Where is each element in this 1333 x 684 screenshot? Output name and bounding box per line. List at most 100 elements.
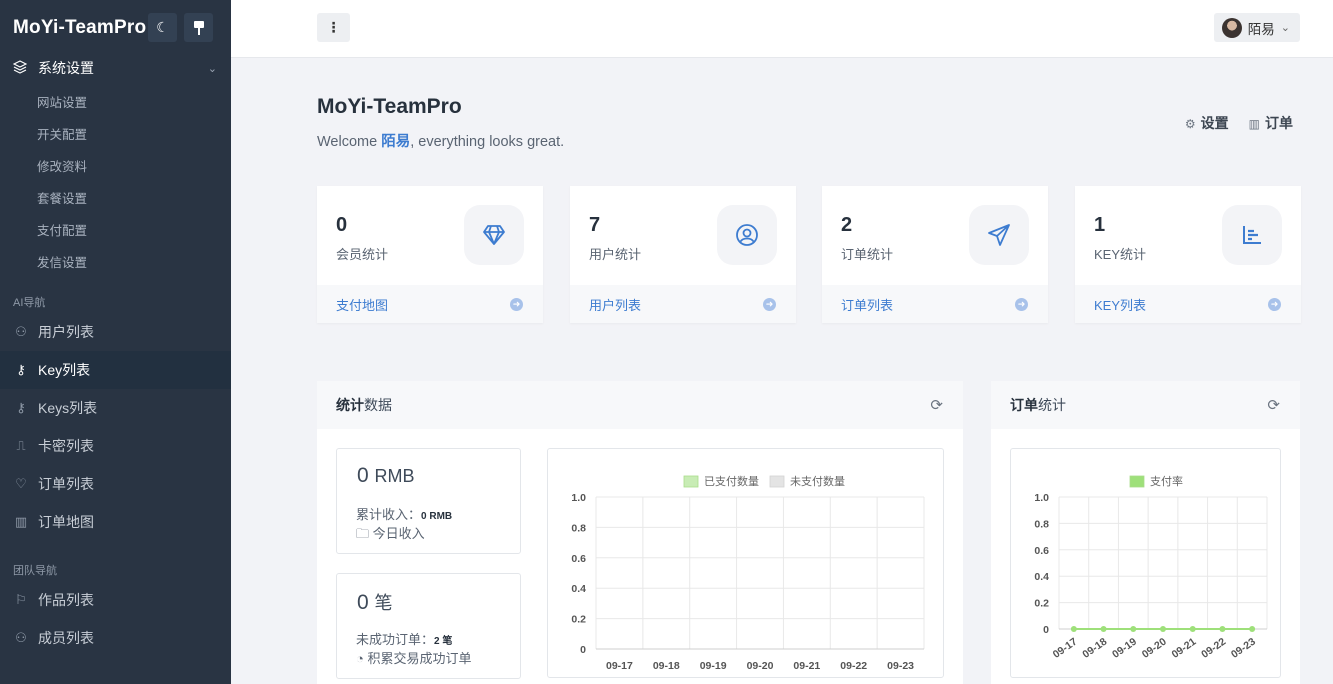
data-point xyxy=(1249,626,1256,632)
moon-icon[interactable]: ☾ xyxy=(148,13,177,42)
orders-panel: 订单统计 ⟳ 支付率 0 0.2 0.4 0.6 0.8 1.0 09-17 09-18 09-1… xyxy=(991,381,1300,684)
diamond-icon xyxy=(464,205,524,265)
pin-icon[interactable] xyxy=(184,13,213,42)
sidebar-item-works[interactable]: ⚐ 作品列表 xyxy=(0,581,231,619)
gauge-icon: ◔ xyxy=(356,651,364,666)
chevron-down-icon: ⌄ xyxy=(207,62,217,75)
data-point xyxy=(1189,626,1196,632)
orders-value: 0 笔 xyxy=(357,589,393,615)
data-point xyxy=(1070,626,1077,632)
refresh-icon[interactable]: ⟳ xyxy=(1267,396,1280,414)
sidebar-item-label: 作品列表 xyxy=(38,592,94,608)
failed-orders: 未成功订单：2 笔 xyxy=(356,629,452,648)
income-today: 🗀 今日收入 xyxy=(356,523,425,547)
sidebar-item-order-map[interactable]: ▥ 订单地图 xyxy=(0,503,231,541)
x-tick-label: 09-17 xyxy=(1051,636,1080,661)
x-tick-label: 09-17 xyxy=(606,660,633,672)
card-footer-link[interactable]: 支付地图 ➜ xyxy=(317,285,543,323)
x-tick-label: 09-18 xyxy=(653,660,680,672)
sidebar-item-cards[interactable]: ⎍ 卡密列表 xyxy=(0,427,231,465)
y-tick-label: 0.6 xyxy=(1034,545,1049,557)
income-number: 0 xyxy=(357,464,369,487)
income-value: 0 RMB xyxy=(357,464,415,488)
y-tick-label: 0.2 xyxy=(571,614,586,626)
submenu-item[interactable]: 开关配置 xyxy=(0,117,231,149)
income-unit: RMB xyxy=(374,466,415,486)
settings-link[interactable]: ⚙ 设置 xyxy=(1185,113,1229,133)
sidebar-item-label: Keys列表 xyxy=(38,400,98,416)
user-menu-button[interactable]: 陌易 ⌄ xyxy=(1213,13,1300,42)
more-menu-button[interactable]: ⋮ xyxy=(317,13,350,42)
stat-card-users: 7 用户统计 用户列表 ➜ xyxy=(570,186,796,323)
y-tick-label: 0.8 xyxy=(1034,518,1049,530)
sidebar-item-members[interactable]: ⚇ 成员列表 xyxy=(0,619,231,657)
heart-icon: ♡ xyxy=(15,476,27,491)
card-link-label: 用户列表 xyxy=(589,297,642,313)
data-point xyxy=(1130,626,1137,632)
payment-chart: 已支付数量 未支付数量 0 0.2 0.4 0.6 0.8 1.0 09-17 09-18 09-1… xyxy=(547,448,944,678)
sidebar-item-label: 订单列表 xyxy=(38,476,94,492)
panel-header: 订单统计 ⟳ xyxy=(991,381,1300,429)
legend-swatch xyxy=(683,475,699,488)
card-link-label: KEY列表 xyxy=(1094,297,1147,313)
sidebar: MoYi-TeamPro ☾ 系统设置 ⌄ 网站设置 开关配置 修改资料 套餐设… xyxy=(0,0,231,684)
arrow-right-icon: ➜ xyxy=(1268,297,1281,311)
stat-card-members: 0 会员统计 支付地图 ➜ xyxy=(317,186,543,323)
panel-title: 订单统计 xyxy=(1010,395,1066,415)
page-subtitle: Welcome 陌易, everything looks great. xyxy=(317,130,564,151)
orders-link[interactable]: ▥ 订单 xyxy=(1249,113,1293,133)
user-name: 陌易 xyxy=(1247,21,1275,37)
chevron-down-icon: ⌄ xyxy=(1280,22,1290,34)
sidebar-item-orders[interactable]: ♡ 订单列表 xyxy=(0,465,231,503)
legend-swatch xyxy=(1129,475,1145,488)
submenu-item[interactable]: 套餐设置 xyxy=(0,181,231,213)
signpost-icon: ⚐ xyxy=(15,592,27,607)
submenu-item[interactable]: 支付配置 xyxy=(0,213,231,245)
sidebar-item-keys[interactable]: ⚷ Keys列表 xyxy=(0,389,231,427)
y-tick-label: 0 xyxy=(1043,624,1049,636)
stat-value: 1 xyxy=(1094,214,1106,236)
card-footer-link[interactable]: KEY列表 ➜ xyxy=(1075,285,1301,323)
brand: MoYi-TeamPro ☾ xyxy=(0,0,231,56)
orders-number: 0 xyxy=(357,591,369,614)
card-icon: ⎍ xyxy=(16,438,26,453)
stat-card-orders: 2 订单统计 订单列表 ➜ xyxy=(822,186,1048,323)
card-link-label: 订单列表 xyxy=(841,297,894,313)
folder-icon: 🗀 xyxy=(356,526,370,541)
x-tick-label: 09-19 xyxy=(1110,636,1139,661)
panel-title-rest: 数据 xyxy=(364,397,392,413)
submenu-item[interactable]: 网站设置 xyxy=(0,85,231,117)
sidebar-item-users[interactable]: ⚇ 用户列表 xyxy=(0,313,231,351)
welcome-prefix: Welcome xyxy=(317,134,382,150)
welcome-name: 陌易 xyxy=(381,134,411,150)
x-tick-label: 09-23 xyxy=(1229,636,1258,661)
income-total-label: 累计收入： xyxy=(356,507,422,522)
panel-title: 统计数据 xyxy=(336,395,392,415)
group-label-team: 团队导航 xyxy=(13,565,57,577)
rate-chart: 支付率 0 0.2 0.4 0.6 0.8 1.0 09-17 09-18 09-19 09-20 0… xyxy=(1010,448,1281,678)
stat-label: 用户统计 xyxy=(589,247,642,262)
y-tick-label: 0.2 xyxy=(1034,598,1049,610)
sidebar-section-system[interactable]: 系统设置 ⌄ xyxy=(0,56,231,80)
x-tick-label: 09-18 xyxy=(1080,636,1109,661)
more-vertical-icon: ⋮ xyxy=(326,19,341,35)
submenu-item[interactable]: 发信设置 xyxy=(0,245,231,277)
bar-chart-icon: ▥ xyxy=(1248,117,1260,131)
x-tick-label: 09-23 xyxy=(887,660,914,672)
stat-label: KEY统计 xyxy=(1094,247,1147,262)
y-tick-label: 0 xyxy=(580,644,586,656)
y-tick-label: 1.0 xyxy=(1034,492,1049,504)
top-header: ⋮ 陌易 ⌄ xyxy=(231,0,1333,58)
card-footer-link[interactable]: 用户列表 ➜ xyxy=(570,285,796,323)
layers-icon xyxy=(12,59,29,77)
card-footer-link[interactable]: 订单列表 ➜ xyxy=(822,285,1048,323)
sidebar-item-key[interactable]: ⚷ Key列表 xyxy=(0,351,231,389)
orders-unit: 笔 xyxy=(374,593,393,613)
legend-label: 支付率 xyxy=(1150,474,1183,488)
legend-label: 已支付数量 xyxy=(704,475,759,488)
y-tick-label: 0.4 xyxy=(571,583,586,595)
refresh-icon[interactable]: ⟳ xyxy=(930,396,943,414)
x-tick-label: 09-19 xyxy=(700,660,727,672)
submenu-item[interactable]: 修改资料 xyxy=(0,149,231,181)
y-tick-label: 1.0 xyxy=(571,492,586,504)
